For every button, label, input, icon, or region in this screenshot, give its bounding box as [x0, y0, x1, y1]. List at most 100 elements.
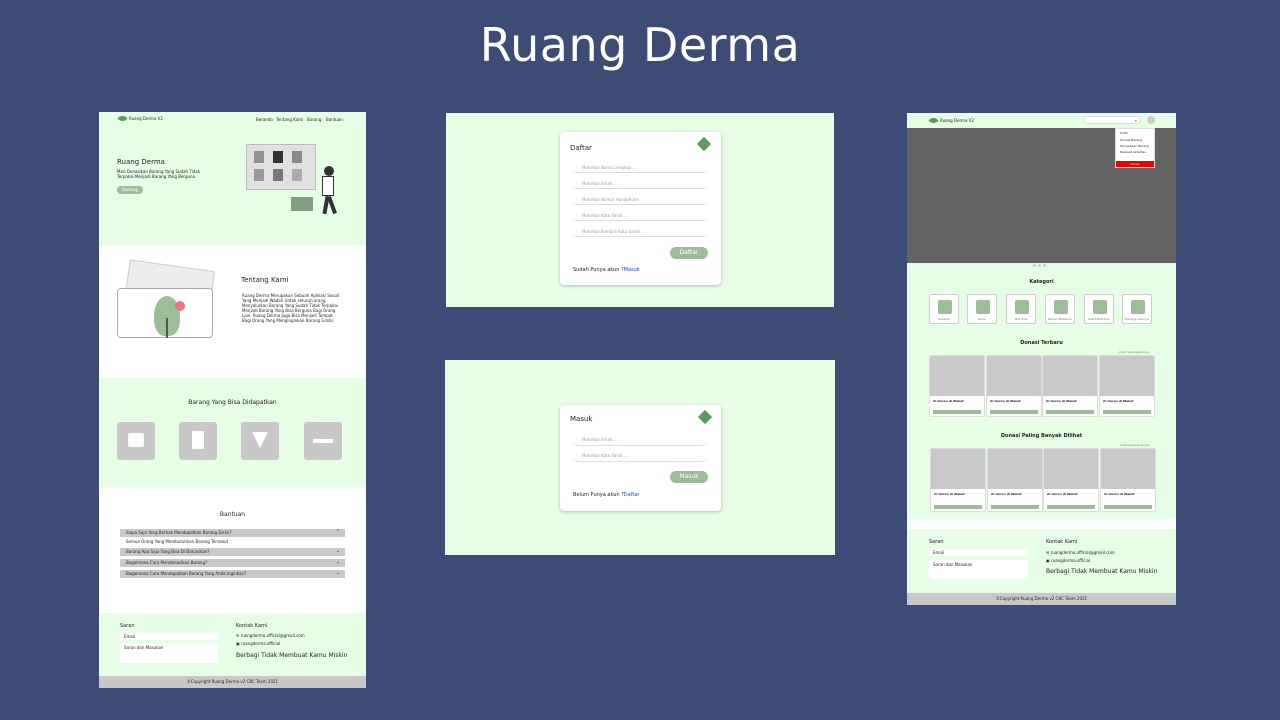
nav-beranda[interactable]: Beranda	[256, 117, 273, 122]
shirt-icon	[938, 300, 952, 314]
carousel-dots[interactable]	[1033, 252, 1046, 271]
faq-answer-1: Semua Orang Yang Membutuhkan Barang Ters…	[126, 539, 229, 544]
popular-card[interactable]: Al Quran di Wakaf	[930, 448, 986, 512]
book-icon	[192, 431, 204, 449]
chevron-down-icon: ⌄	[335, 570, 340, 576]
about-title: Tentang Kami	[241, 276, 289, 284]
nav-bantuan[interactable]: Bantuan	[326, 117, 343, 122]
dashboard-mockup: Ruang Derma V2 ⌕ Profil Donasi Barang Pe…	[907, 113, 1176, 605]
password-field[interactable]: Masukan Kata Sandi ...	[572, 451, 708, 462]
popular-title: Donasi Paling Banyak Dilihat	[1000, 433, 1083, 439]
email-field[interactable]: Email	[120, 633, 218, 640]
category-bahan-makanan[interactable]: Bahan Makanan	[1045, 294, 1075, 324]
category-pakaian[interactable]: Pakaian	[929, 294, 959, 324]
contact-title: Kontak Kami	[236, 623, 268, 629]
register-footer: Sudah Punya akun ?Masuk	[573, 267, 640, 273]
faq-item-1[interactable]: Siapa Saja Yang Berhak Mendapatkan Baran…	[120, 529, 345, 537]
chevron-down-icon: ⌄	[335, 548, 340, 554]
nav-tentang[interactable]: Tentang Kami	[276, 117, 303, 122]
navbar: Ruang Derma V2 Beranda Tentang Kami Bara…	[99, 112, 366, 126]
contact-ig: ▣ ruangderma.official	[1046, 558, 1091, 563]
tagline: Berbagi Tidak Membuat Kamu Miskin	[1046, 568, 1158, 575]
help-title: Bantuan	[219, 511, 246, 518]
fork-knife-icon	[1054, 300, 1068, 314]
saran-title: Saran	[120, 623, 135, 629]
contact-email: ✉ ruangderma.official@gmail.com	[1046, 550, 1115, 555]
login-mockup: Masuk Masukan Email ... Masukan Kata San…	[445, 360, 835, 555]
email-field[interactable]: Email	[929, 549, 1028, 556]
phone-field[interactable]: Masukan Nomor Handphone	[572, 195, 708, 205]
boxes-icon	[1131, 300, 1145, 314]
confirm-password-field[interactable]: Masukan Kembali Kata Sandi ...	[572, 227, 708, 237]
category-lainnya[interactable]: Barang Lainnya	[1122, 294, 1152, 324]
login-footer: Belum Punya akun ?Daftar	[573, 492, 640, 498]
kategori-title: Kategori	[1029, 279, 1054, 285]
pencil-ruler-icon	[1015, 300, 1029, 314]
contact-title: Kontak Kami	[1046, 539, 1078, 545]
navbar: Ruang Derma V2 ⌕	[907, 113, 1176, 128]
logo[interactable]: Ruang Derma V2	[928, 115, 974, 126]
leaf-logo-icon	[697, 409, 713, 425]
popular-card[interactable]: Al Quran di Wakaf	[1100, 448, 1156, 512]
menu-profil[interactable]: Profil	[1116, 129, 1154, 137]
category-elektronik[interactable]: Alat Elektronik	[1084, 294, 1114, 324]
email-field[interactable]: Masukan Email ...	[572, 435, 708, 446]
about-illustration	[117, 259, 216, 339]
copyright: ©Copyright Ruang Derma v2 CBC Team 2021	[907, 593, 1176, 605]
faq-item-3[interactable]: Bagaimana Cara Mendonasikan Barang? ⌄	[120, 559, 345, 567]
saran-field[interactable]: Saran dan Masukan	[929, 560, 1028, 579]
login-title: Masuk	[570, 415, 593, 423]
saran-title: Saran	[929, 539, 944, 545]
about-section: Tentang Kami Ruang Derma Merupakan Sebua…	[99, 245, 366, 378]
search-icon: ⌕	[1134, 118, 1137, 123]
saran-field[interactable]: Saran dan Masukan	[120, 643, 218, 663]
leaf-icon	[928, 115, 939, 126]
password-field[interactable]: Masukan Kata Sandi ...	[572, 211, 708, 221]
monitor-icon	[1093, 300, 1107, 314]
faq-item-4[interactable]: Bagaimana Cara Mendapatkan Barang Yang A…	[120, 570, 345, 578]
hero-button[interactable]: Bahang	[117, 186, 143, 194]
item-shirt[interactable]	[117, 422, 155, 460]
register-link[interactable]: Daftar	[624, 492, 640, 498]
leaf-icon	[117, 113, 128, 124]
contact-email: ✉ ruangderma.official@gmail.com	[236, 633, 305, 638]
login-card: Masuk Masukan Email ... Masukan Kata San…	[560, 405, 721, 511]
hero-illustration	[246, 144, 344, 216]
about-text: Ruang Derma Merupakan Sebuah Aplikasi So…	[242, 293, 339, 323]
footer-divider	[907, 519, 1176, 529]
popular-card[interactable]: Al Quran di Wakaf	[1043, 448, 1099, 512]
item-other[interactable]	[304, 422, 342, 460]
avatar[interactable]	[1147, 116, 1155, 124]
name-field[interactable]: Masukan Nama Lengkap ...	[572, 163, 708, 173]
logo[interactable]: Ruang Derma V2	[117, 113, 163, 124]
popular-card[interactable]: Al Quran di Wakaf	[987, 448, 1043, 512]
help-section: Bantuan Siapa Saja Yang Berhak Mendapatk…	[99, 487, 366, 613]
copyright: ©Copyright Ruang Derma v2 CBC Team 2021	[99, 676, 366, 688]
minus-icon	[313, 439, 333, 443]
register-card: Daftar Masukan Nama Lengkap ... Masukan …	[560, 132, 721, 285]
item-book[interactable]	[179, 422, 217, 460]
pizza-icon	[252, 432, 268, 448]
menu-riwayat[interactable]: Riwayat Aktivitas	[1116, 149, 1154, 155]
category-buku[interactable]: Buku	[967, 294, 997, 324]
leaf-logo-icon	[696, 136, 712, 152]
register-button[interactable]: Daftar	[670, 247, 708, 259]
book-icon	[976, 300, 990, 314]
register-mockup: Daftar Masukan Nama Lengkap ... Masukan …	[446, 113, 834, 307]
donation-card[interactable]: Al Quran di Wakaf	[929, 355, 985, 417]
chevron-down-icon: ⌄	[335, 559, 340, 565]
faq-item-2[interactable]: Barang Apa Saja Yang Bisa Di Donasikan? ⌄	[120, 548, 345, 556]
nav-barang[interactable]: Barang	[307, 117, 321, 122]
login-button[interactable]: Masuk	[670, 471, 708, 483]
item-pizza[interactable]	[241, 422, 279, 460]
contact-ig: ▣ ruangderma.official	[236, 641, 281, 646]
menu-keluar[interactable]: Keluar	[1116, 161, 1154, 167]
login-link[interactable]: Masuk	[624, 267, 640, 273]
category-alat-tulis[interactable]: Alat Tulis	[1006, 294, 1036, 324]
search-input[interactable]: ⌕	[1083, 116, 1141, 124]
donation-card[interactable]: Al Quran di Wakaf	[986, 355, 1042, 417]
donation-card[interactable]: Al Quran di Wakaf	[1042, 355, 1098, 417]
faq-list: Siapa Saja Yang Berhak Mendapatkan Baran…	[120, 529, 345, 578]
email-field[interactable]: Masukan Email ...	[572, 179, 708, 189]
donation-card[interactable]: Al Quran di Wakaf	[1099, 355, 1155, 417]
